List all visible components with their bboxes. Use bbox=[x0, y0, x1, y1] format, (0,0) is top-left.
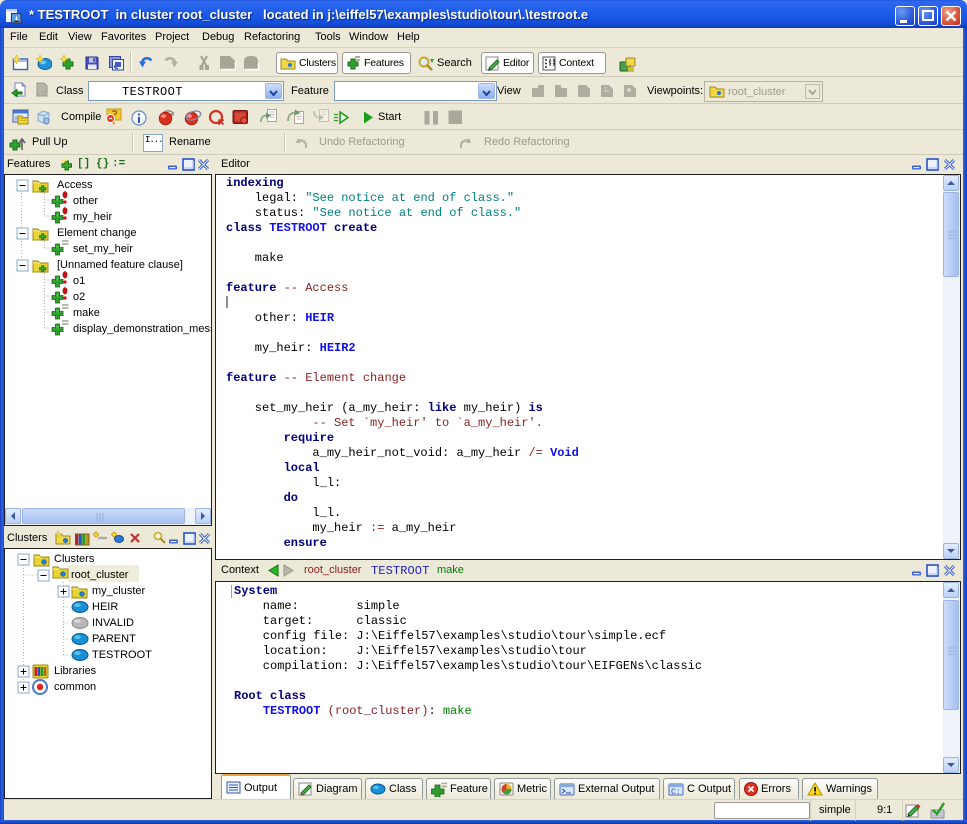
svg-text:C:: C: bbox=[671, 788, 681, 796]
